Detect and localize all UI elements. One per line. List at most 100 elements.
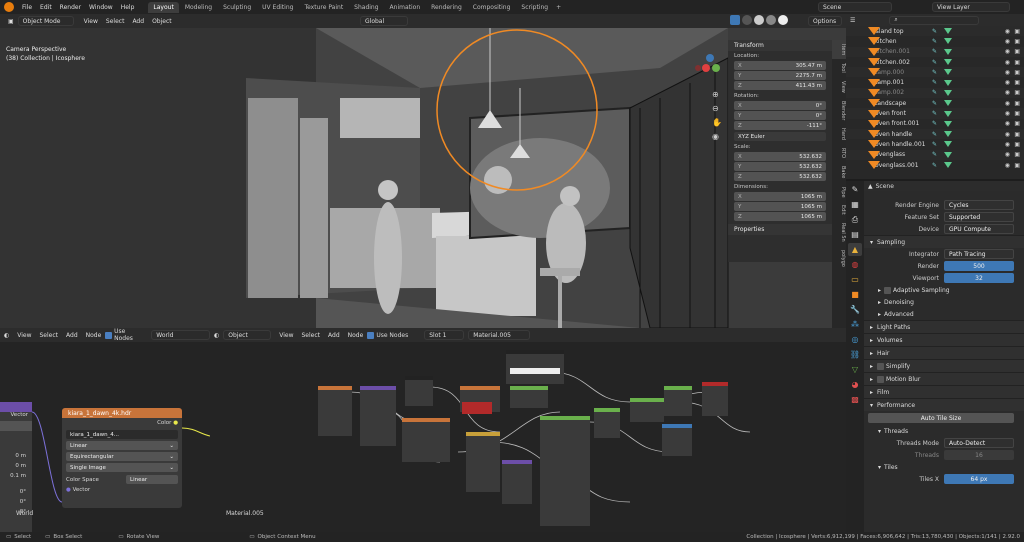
simplify-panel[interactable]: ▸ Simplify bbox=[864, 359, 1024, 372]
eye-icon[interactable]: ◉ bbox=[1005, 141, 1010, 148]
modifier-icon[interactable]: ✎ bbox=[932, 59, 937, 66]
rotation-y-field[interactable]: Y 0° bbox=[734, 111, 826, 120]
menu-object[interactable]: Object bbox=[148, 18, 176, 25]
eye-icon[interactable]: ◉ bbox=[1005, 59, 1010, 66]
camera-icon[interactable]: ▣ bbox=[1014, 120, 1020, 127]
menu-file[interactable]: File bbox=[18, 4, 36, 11]
rotation-z-field[interactable]: Z -111° bbox=[734, 121, 826, 130]
tab-scripting[interactable]: Scripting bbox=[516, 2, 553, 13]
tab-layout[interactable]: Layout bbox=[148, 1, 179, 13]
eye-icon[interactable]: ◉ bbox=[1005, 131, 1010, 138]
scene-tab-icon[interactable]: ▲ bbox=[848, 243, 862, 256]
tab-hard[interactable]: Hard bbox=[832, 124, 846, 144]
modifier-icon[interactable]: ✎ bbox=[932, 28, 937, 35]
outliner-row[interactable]: Kitchen.001 ✎ ◉ ▣ bbox=[846, 46, 1024, 57]
material-tab-icon[interactable]: ◕ bbox=[848, 378, 862, 391]
menu-view[interactable]: View bbox=[275, 332, 297, 339]
outliner-search-input[interactable]: ⌕ bbox=[889, 15, 980, 25]
hair-panel[interactable]: ▸ Hair bbox=[864, 346, 1024, 359]
menu-help[interactable]: Help bbox=[117, 4, 139, 11]
eye-icon[interactable]: ◉ bbox=[1005, 89, 1010, 96]
modifier-icon[interactable]: ✎ bbox=[932, 141, 937, 148]
use-nodes-checkbox[interactable] bbox=[105, 331, 113, 339]
camera-icon[interactable]: ▣ bbox=[1014, 28, 1020, 35]
options-button[interactable]: Options bbox=[808, 16, 842, 26]
outliner-row[interactable]: Kitchen.002 ✎ ◉ ▣ bbox=[846, 57, 1024, 67]
modifier-icon[interactable]: ✎ bbox=[932, 38, 937, 45]
eye-icon[interactable]: ◉ bbox=[1005, 162, 1010, 169]
performance-panel[interactable]: ▾ Performance bbox=[864, 398, 1024, 411]
solid-icon[interactable] bbox=[754, 15, 764, 25]
camera-icon[interactable]: ▣ bbox=[1014, 141, 1020, 148]
modifier-icon[interactable]: ✎ bbox=[932, 48, 937, 55]
render-samples-field[interactable]: 500 bbox=[944, 261, 1014, 271]
tab-uv-editing[interactable]: UV Editing bbox=[257, 2, 298, 13]
camera-icon[interactable]: ▣ bbox=[1014, 59, 1020, 66]
camera-icon[interactable]: ▣ bbox=[1014, 89, 1020, 96]
camera-icon[interactable]: ▣ bbox=[1014, 100, 1020, 107]
rendered-icon[interactable] bbox=[778, 15, 788, 25]
shader-node-editor[interactable]: Material.005 bbox=[210, 342, 846, 532]
collection-tab-icon[interactable]: ▭ bbox=[848, 273, 862, 286]
tab-edit[interactable]: Edit bbox=[832, 201, 846, 219]
modifier-icon[interactable]: ✎ bbox=[932, 69, 937, 76]
sampling-panel[interactable]: ▾ Sampling bbox=[864, 235, 1024, 248]
world-node-editor[interactable]: Vector 0 m 0 m 0.1 m 0° 0° 0° kiara_1_da… bbox=[0, 342, 210, 532]
menu-select[interactable]: Select bbox=[298, 332, 325, 339]
eye-icon[interactable]: ◉ bbox=[1005, 28, 1010, 35]
film-panel[interactable]: ▸ Film bbox=[864, 385, 1024, 398]
outliner-row[interactable]: Ovenglass.001 ✎ ◉ ▣ bbox=[846, 160, 1024, 170]
eye-icon[interactable]: ◉ bbox=[1005, 110, 1010, 117]
tab-shading[interactable]: Shading bbox=[349, 2, 383, 13]
advanced-subpanel[interactable]: ▸ Advanced bbox=[864, 308, 1024, 320]
properties-panel-header[interactable]: Properties bbox=[728, 224, 832, 235]
menu-window[interactable]: Window bbox=[85, 4, 117, 11]
constraints-tab-icon[interactable]: ⛓ bbox=[848, 348, 862, 361]
feature-set-dropdown[interactable]: Supported bbox=[944, 212, 1014, 222]
material-preview-icon[interactable] bbox=[766, 15, 776, 25]
location-x-field[interactable]: X 305.47 m bbox=[734, 61, 826, 70]
mode-selector[interactable]: Object Mode bbox=[17, 16, 74, 26]
menu-edit[interactable]: Edit bbox=[36, 4, 56, 11]
outliner-row[interactable]: Landscape ✎ ◉ ▣ bbox=[846, 98, 1024, 108]
auto-tile-size-button[interactable]: Auto Tile Size bbox=[868, 413, 1014, 423]
view-layer-tab-icon[interactable]: ▤ bbox=[848, 228, 862, 241]
physics-tab-icon[interactable]: ◎ bbox=[848, 333, 862, 346]
tiles-subpanel[interactable]: ▾ Tiles bbox=[864, 461, 1024, 473]
tab-pipe[interactable]: Pipe bbox=[832, 183, 846, 202]
menu-add[interactable]: Add bbox=[62, 332, 82, 339]
denoising-subpanel[interactable]: ▸ Denoising bbox=[864, 296, 1024, 308]
eye-icon[interactable]: ◉ bbox=[1005, 48, 1010, 55]
tab-polygo[interactable]: polygo bbox=[832, 246, 846, 271]
render-tab-icon[interactable]: ▦ bbox=[848, 198, 862, 211]
menu-view[interactable]: View bbox=[80, 18, 102, 25]
material-selector[interactable]: Material.005 bbox=[468, 330, 531, 340]
camera-icon[interactable]: ▣ bbox=[1014, 162, 1020, 169]
world-tab-icon[interactable]: ◍ bbox=[848, 258, 862, 271]
dimensions-y-field[interactable]: Y 1065 m bbox=[734, 202, 826, 211]
transform-orientation[interactable]: Global bbox=[360, 16, 408, 26]
output-tab-icon[interactable]: ⎙ bbox=[848, 213, 862, 226]
motion-blur-panel[interactable]: ▸ Motion Blur bbox=[864, 372, 1024, 385]
modifier-icon[interactable]: ✎ bbox=[932, 151, 937, 158]
threads-field[interactable]: 16 bbox=[944, 450, 1014, 460]
adaptive-sampling-subpanel[interactable]: ▸ Adaptive Sampling bbox=[864, 284, 1024, 296]
object-world-selector[interactable]: Object bbox=[223, 330, 272, 340]
zoom-out-icon[interactable]: ⊖ bbox=[712, 102, 722, 116]
render-engine-dropdown[interactable]: Cycles bbox=[944, 200, 1014, 210]
dimensions-z-field[interactable]: Z 1065 m bbox=[734, 212, 826, 221]
tiles-x-field[interactable]: 64 px bbox=[944, 474, 1014, 484]
outliner-editor-icon[interactable]: ☰ bbox=[846, 17, 859, 24]
modifier-icon[interactable]: ✎ bbox=[932, 110, 937, 117]
tab-real-snow[interactable]: Real Sn bbox=[832, 219, 846, 246]
volumes-panel[interactable]: ▸ Volumes bbox=[864, 333, 1024, 346]
camera-view-icon[interactable]: ◉ bbox=[712, 130, 722, 144]
camera-icon[interactable]: ▣ bbox=[1014, 131, 1020, 138]
transform-panel-header[interactable]: Transform bbox=[728, 40, 832, 51]
outliner-row[interactable]: Island top ✎ ◉ ▣ bbox=[846, 26, 1024, 37]
camera-icon[interactable]: ▣ bbox=[1014, 38, 1020, 45]
tab-animation[interactable]: Animation bbox=[385, 2, 426, 13]
device-dropdown[interactable]: GPU Compute bbox=[944, 224, 1014, 234]
menu-add[interactable]: Add bbox=[128, 18, 148, 25]
menu-select[interactable]: Select bbox=[102, 18, 129, 25]
